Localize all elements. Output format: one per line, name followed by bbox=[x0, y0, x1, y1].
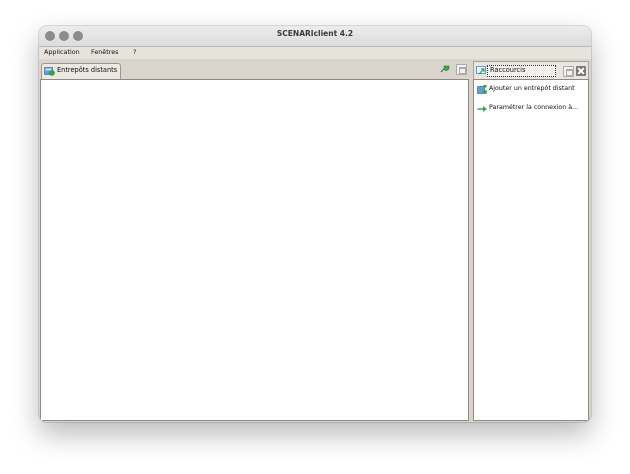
repositories-view bbox=[40, 79, 469, 421]
shortcut-connection-settings[interactable]: Paramétrer la connexion à... bbox=[477, 103, 587, 115]
tab-label: Raccourcis bbox=[490, 66, 526, 74]
repository-icon bbox=[44, 67, 55, 76]
shortcut-label: Paramétrer la connexion à... bbox=[489, 104, 579, 111]
shortcuts-icon bbox=[476, 66, 486, 75]
maximize-icon[interactable] bbox=[563, 66, 574, 77]
title-bar[interactable]: SCENARIclient 4.2 bbox=[39, 26, 591, 47]
arrow-right-icon bbox=[477, 106, 487, 112]
shortcut-add-repository[interactable]: Ajouter un entrepôt distant bbox=[477, 84, 587, 96]
app-window: SCENARIclient 4.2 Application Fenêtres ?… bbox=[39, 26, 591, 422]
pin-icon[interactable] bbox=[440, 64, 451, 74]
shortcuts-panel: Raccourcis Ajouter un entrepôt distant P… bbox=[473, 61, 589, 421]
tab-label: Entrepôts distants bbox=[57, 66, 118, 74]
repositories-panel: Entrepôts distants bbox=[40, 61, 469, 421]
window-title: SCENARIclient 4.2 bbox=[276, 29, 354, 38]
repositories-tabbar: Entrepôts distants bbox=[40, 61, 469, 79]
shortcuts-list: Ajouter un entrepôt distant Paramétrer l… bbox=[473, 79, 589, 421]
menu-application[interactable]: Application bbox=[44, 48, 80, 56]
tab-remote-repositories[interactable]: Entrepôts distants bbox=[41, 63, 121, 79]
tab-shortcuts[interactable]: Raccourcis bbox=[487, 65, 556, 77]
shortcuts-header: Raccourcis bbox=[473, 61, 589, 79]
maximize-icon[interactable] bbox=[456, 64, 467, 75]
menu-windows[interactable]: Fenêtres bbox=[91, 48, 119, 56]
shortcut-label: Ajouter un entrepôt distant bbox=[489, 85, 575, 92]
add-repository-icon bbox=[477, 85, 487, 94]
menu-help[interactable]: ? bbox=[133, 48, 136, 56]
menu-bar: Application Fenêtres ? bbox=[39, 47, 591, 59]
close-icon[interactable] bbox=[576, 66, 586, 76]
